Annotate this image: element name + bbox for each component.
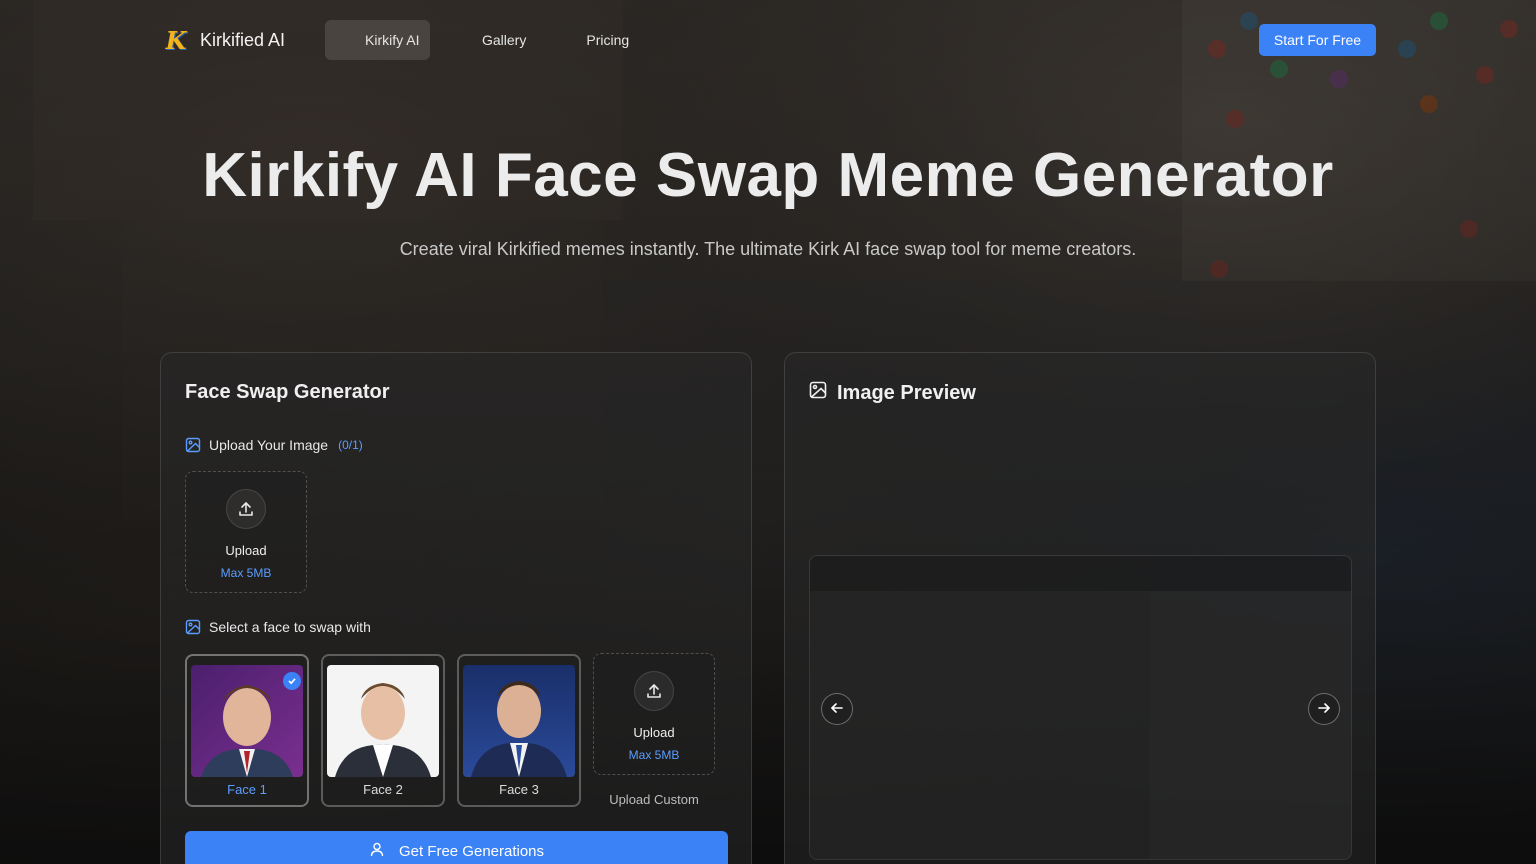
upload-count: (0/1) bbox=[338, 438, 363, 452]
face-option-1[interactable]: Face 1 bbox=[185, 654, 309, 807]
upload-icon bbox=[634, 671, 674, 711]
selected-check-icon bbox=[283, 672, 301, 690]
upload-section-label: Upload Your Image (0/1) bbox=[185, 437, 363, 453]
face-swap-generator-panel: Face Swap Generator Upload Your Image (0… bbox=[160, 352, 752, 864]
upload-image-dropzone[interactable]: Upload Max 5MB bbox=[185, 471, 307, 593]
logo-icon: K bbox=[165, 25, 187, 55]
arrow-right-icon bbox=[1317, 701, 1331, 718]
nav-item-kirkify-ai[interactable]: Kirkify AI bbox=[325, 20, 430, 60]
carousel-prev-button[interactable] bbox=[821, 693, 853, 725]
upload-custom-face-dropzone[interactable]: Upload Max 5MB bbox=[593, 653, 715, 775]
start-for-free-button[interactable]: Start For Free bbox=[1259, 24, 1376, 56]
upload-custom-caption: Upload Custom bbox=[609, 792, 699, 807]
face-3-image bbox=[463, 665, 575, 777]
page-title: Kirkify AI Face Swap Meme Generator bbox=[202, 141, 1334, 210]
image-icon bbox=[809, 381, 827, 405]
custom-upload-max-size: Max 5MB bbox=[628, 748, 680, 762]
face-2-label: Face 2 bbox=[363, 782, 403, 797]
upload-max-size: Max 5MB bbox=[220, 566, 272, 580]
upload-label: Upload bbox=[225, 543, 267, 558]
preview-title: Image Preview bbox=[809, 381, 976, 405]
image-icon bbox=[185, 619, 201, 635]
preview-image-2 bbox=[1150, 591, 1351, 859]
face-section-label: Select a face to swap with bbox=[185, 619, 371, 635]
face-2-image bbox=[327, 665, 439, 777]
brand-logo[interactable]: K Kirkified AI bbox=[162, 25, 286, 55]
upload-icon bbox=[226, 489, 266, 529]
nav-item-gallery[interactable]: Gallery bbox=[452, 20, 556, 60]
face-option-2[interactable]: Face 2 bbox=[321, 654, 445, 807]
preview-carousel bbox=[809, 555, 1352, 860]
generator-title: Face Swap Generator bbox=[185, 381, 390, 403]
carousel-next-button[interactable] bbox=[1308, 693, 1340, 725]
preview-title-text: Image Preview bbox=[837, 381, 976, 404]
custom-upload-label: Upload bbox=[633, 725, 675, 740]
nav-item-pricing[interactable]: Pricing bbox=[556, 20, 659, 60]
get-free-generations-button[interactable]: Get Free Generations bbox=[185, 831, 728, 864]
arrow-left-icon bbox=[830, 701, 844, 718]
generate-button-label: Get Free Generations bbox=[398, 842, 545, 860]
user-icon bbox=[369, 841, 385, 861]
brand-name: Kirkified AI bbox=[200, 29, 286, 50]
face-3-label: Face 3 bbox=[499, 782, 539, 797]
image-icon bbox=[185, 437, 201, 453]
face-section-text: Select a face to swap with bbox=[209, 619, 371, 635]
preview-image-1 bbox=[810, 591, 1150, 859]
image-preview-panel: Image Preview bbox=[784, 352, 1376, 864]
nav-links: Kirkify AI Gallery Pricing bbox=[325, 20, 659, 60]
face-1-label: Face 1 bbox=[227, 782, 267, 797]
upload-section-text: Upload Your Image bbox=[209, 437, 329, 453]
face-option-3[interactable]: Face 3 bbox=[457, 654, 581, 807]
page-subtitle: Create viral Kirkified memes instantly. … bbox=[399, 239, 1137, 259]
top-nav: K Kirkified AI Kirkify AI Gallery Pricin… bbox=[0, 0, 1536, 80]
